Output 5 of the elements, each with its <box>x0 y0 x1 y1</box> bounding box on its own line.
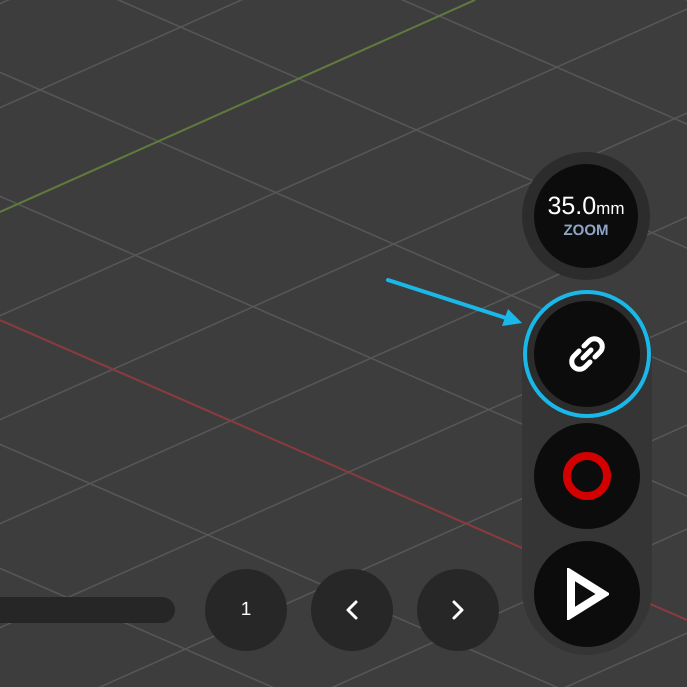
link-button[interactable] <box>534 301 640 407</box>
focal-length: 35.0mm <box>548 192 624 222</box>
link-icon <box>567 334 607 374</box>
zoom-label: ZOOM <box>564 222 608 240</box>
play-icon <box>565 568 609 620</box>
